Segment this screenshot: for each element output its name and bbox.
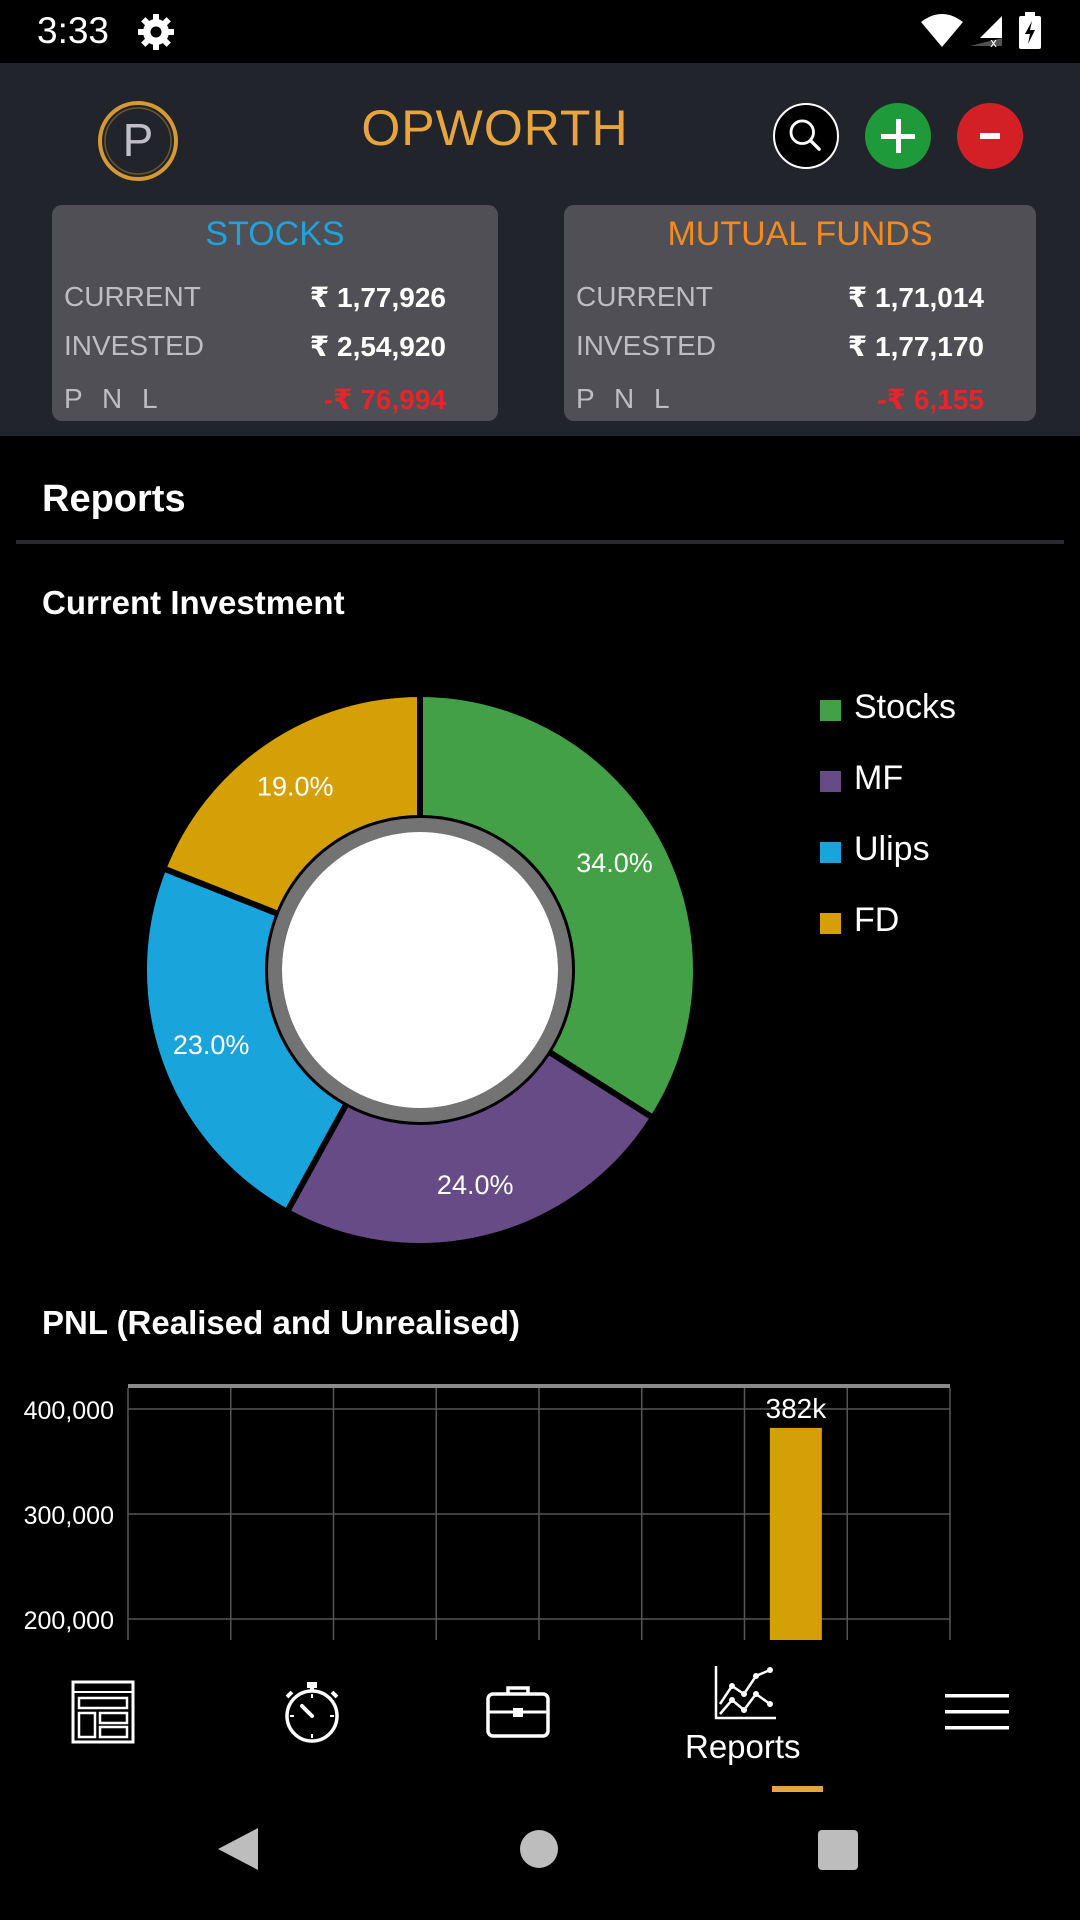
- bar-chart-title: PNL (Realised and Unrealised): [42, 1304, 521, 1341]
- pie-slice-label: 19.0%: [257, 771, 334, 801]
- recents-icon[interactable]: [818, 1830, 858, 1870]
- app-header: P OPWORTH STOCKS CURRENT ₹ 1,77,926 INVE…: [0, 63, 1080, 436]
- plus-icon: [881, 119, 915, 153]
- pie-chart-title: Current Investment: [42, 584, 345, 621]
- nav-item-dashboard[interactable]: [60, 1640, 150, 1792]
- opworth-logo: P: [98, 101, 178, 181]
- stocks-card[interactable]: STOCKS CURRENT ₹ 1,77,926 INVESTED ₹ 2,5…: [52, 205, 498, 421]
- mf-pnl-label: P N L: [576, 383, 676, 414]
- mf-pnl-value: -₹ 6,155: [877, 384, 984, 415]
- svg-text:P: P: [123, 114, 154, 166]
- bottom-navigation: Reports: [0, 1640, 1080, 1792]
- legend-label: MF: [854, 759, 904, 797]
- current-investment-donut-chart[interactable]: 34.0% 24.0% 23.0% 19.0%: [130, 680, 710, 1260]
- legend-swatch: [820, 771, 841, 792]
- mf-current-value: ₹ 1,71,014: [847, 282, 984, 313]
- app-title: OPWORTH: [361, 100, 629, 156]
- stocks-pnl-value: -₹ 76,994: [323, 384, 446, 415]
- stocks-invested-label: INVESTED: [64, 330, 205, 361]
- legend-swatch: [820, 913, 841, 934]
- legend-label: Ulips: [854, 830, 930, 868]
- legend-swatch: [820, 700, 841, 721]
- mf-invested-label: INVESTED: [576, 330, 717, 361]
- back-icon[interactable]: [216, 1826, 260, 1872]
- minus-icon: [980, 133, 1000, 139]
- stocks-invested-value: ₹ 2,54,920: [309, 331, 446, 362]
- y-tick-label: 200,000: [24, 1607, 114, 1635]
- add-button[interactable]: [865, 103, 931, 169]
- dashboard-icon: [71, 1680, 135, 1744]
- stopwatch-icon: [285, 1682, 339, 1743]
- donut-hole: [282, 832, 558, 1108]
- nav-item-reports[interactable]: Reports: [680, 1640, 810, 1792]
- stocks-current-value: ₹ 1,77,926: [309, 282, 446, 313]
- wifi-icon: [921, 14, 963, 47]
- mutual-funds-card[interactable]: MUTUAL FUNDS CURRENT ₹ 1,71,014 INVESTED…: [564, 205, 1036, 421]
- bar-value-label: 382k: [766, 1393, 828, 1424]
- nav-item-stopwatch[interactable]: [270, 1640, 360, 1792]
- legend-label: Stocks: [854, 688, 957, 726]
- search-button[interactable]: [773, 103, 839, 169]
- nav-item-portfolio[interactable]: [478, 1640, 568, 1792]
- nav-item-menu[interactable]: [940, 1640, 1020, 1792]
- pie-slice-label: 23.0%: [173, 1030, 250, 1060]
- y-tick-label: 300,000: [24, 1502, 114, 1530]
- section-divider: [16, 540, 1064, 544]
- menu-icon: [945, 1694, 1009, 1730]
- legend-label: FD: [854, 901, 900, 939]
- legend-swatch: [820, 842, 841, 863]
- svg-text:x: x: [990, 36, 997, 48]
- pie-slice-label: 24.0%: [437, 1170, 514, 1200]
- status-bar: 3:33 x: [0, 0, 1080, 63]
- y-tick-label: 400,000: [24, 1397, 114, 1425]
- stocks-current-label: CURRENT: [64, 281, 201, 312]
- stocks-card-title: STOCKS: [205, 215, 345, 253]
- battery-icon: [1019, 12, 1041, 49]
- stocks-pnl-label: P N L: [64, 383, 164, 414]
- mf-current-label: CURRENT: [576, 281, 713, 312]
- search-icon: [789, 119, 821, 151]
- mf-invested-value: ₹ 1,77,170: [847, 331, 984, 362]
- briefcase-icon: [486, 1686, 550, 1738]
- mutual-funds-card-title: MUTUAL FUNDS: [667, 215, 933, 253]
- pie-slice-label: 34.0%: [576, 848, 653, 878]
- reports-chart-icon: [714, 1666, 776, 1720]
- system-navigation-bar: [0, 1792, 1080, 1920]
- signal-icon: x: [970, 16, 1002, 48]
- status-time: 3:33: [37, 10, 110, 51]
- home-icon[interactable]: [520, 1830, 558, 1868]
- nav-label-reports: Reports: [685, 1728, 801, 1765]
- reports-heading: Reports: [42, 478, 186, 520]
- remove-button[interactable]: [957, 103, 1023, 169]
- gear-icon: [138, 14, 174, 50]
